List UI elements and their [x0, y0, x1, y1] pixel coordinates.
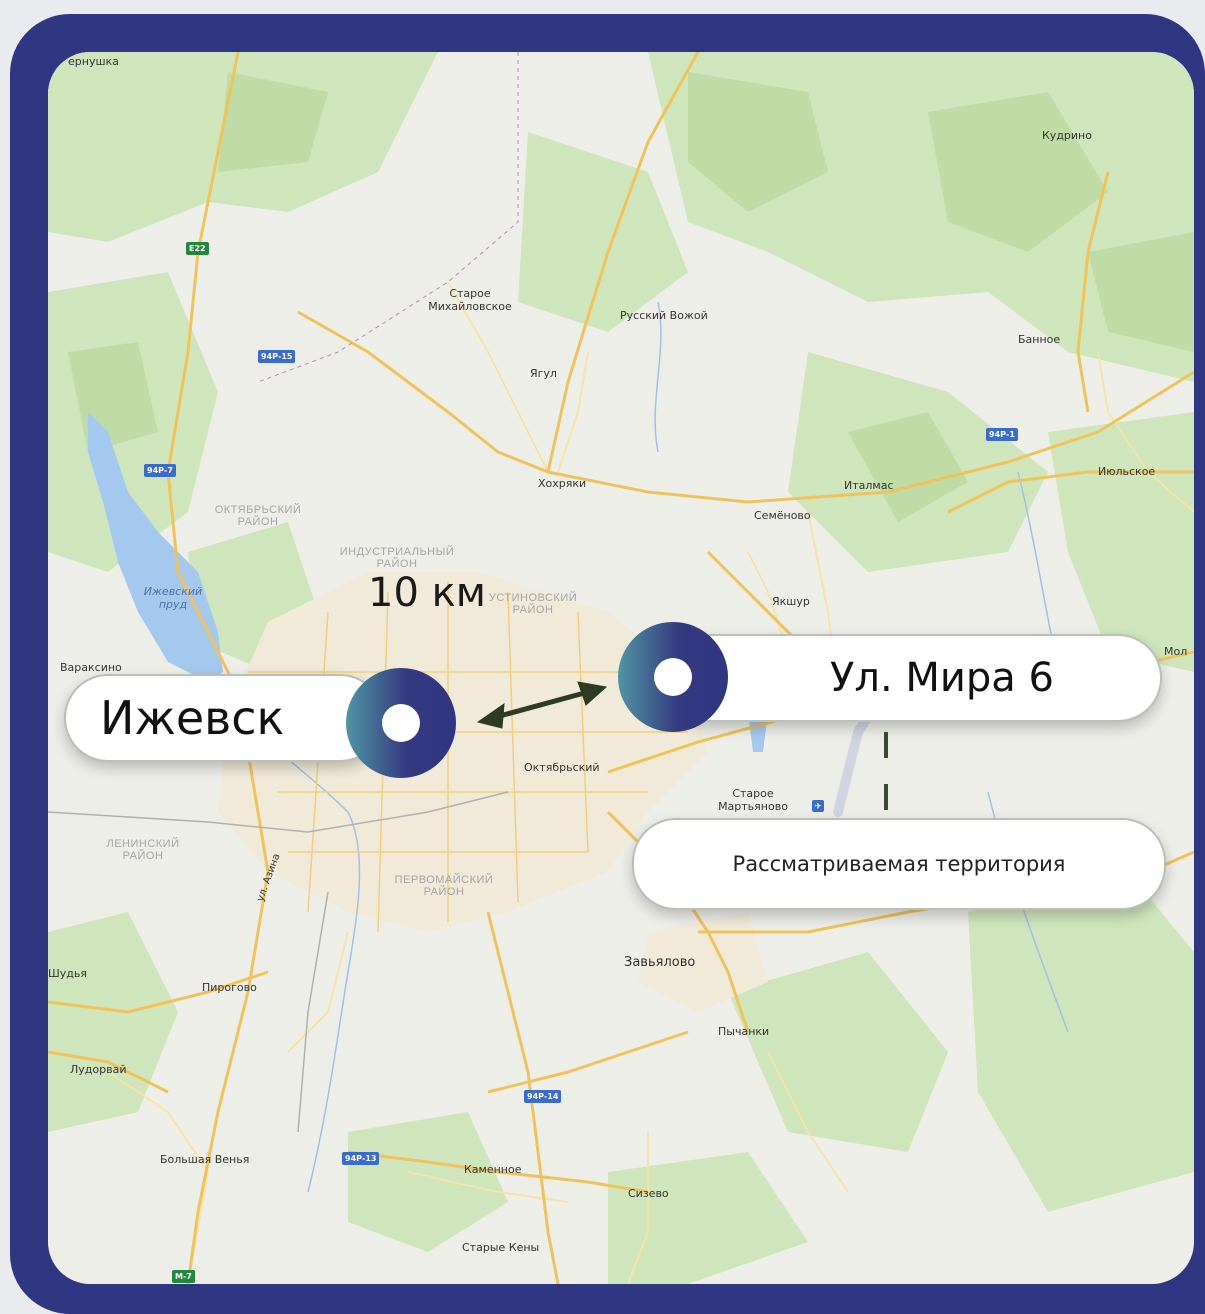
site-marker-pill[interactable]: Ул. Мира 6 — [662, 634, 1162, 722]
place-label: Шудья — [48, 967, 87, 980]
city-location-marker-icon[interactable] — [346, 668, 456, 778]
place-label: Завьялово — [624, 955, 696, 970]
place-label-line: Старое — [449, 287, 491, 300]
place-label: Италмас — [844, 479, 894, 492]
place-label-line: Михайловское — [428, 299, 512, 313]
water-label-line: пруд — [158, 597, 188, 611]
distance-label: 10 км — [368, 570, 486, 616]
district-label-line: ОКТЯБРЬСКИЙ — [214, 504, 302, 516]
city-marker-label: Ижевск — [100, 691, 285, 745]
district-label: ЛЕНИНСКИЙ РАЙОН — [88, 838, 198, 862]
district-label-line: РАЙОН — [512, 604, 554, 617]
site-marker-label: Ул. Мира 6 — [830, 655, 1054, 701]
map-view[interactable]: ернушка Кудрино Старое Михайловское Русс… — [48, 52, 1194, 1284]
district-label-line: РАЙОН — [237, 516, 279, 529]
district-label: ПЕРВОМАЙСКИЙ РАЙОН — [384, 874, 504, 898]
place-label: Якшур — [772, 595, 810, 608]
place-label: Большая Венья — [160, 1153, 250, 1166]
place-label: Старое Мартьяново — [708, 787, 798, 813]
place-label: Вараксино — [60, 661, 122, 674]
territory-pill[interactable]: Рассматриваемая территория — [632, 818, 1166, 910]
place-label: Банное — [1018, 333, 1061, 346]
city-marker-pill[interactable]: Ижевск — [64, 674, 384, 762]
water-label-line: Ижевский — [143, 585, 203, 598]
district-label-line: ПЕРВОМАЙСКИЙ — [394, 874, 494, 886]
marker-dot — [654, 658, 692, 696]
place-label: Кудрино — [1042, 129, 1092, 142]
place-label: Июльское — [1098, 465, 1156, 478]
road-shield: М-7 — [172, 1270, 195, 1283]
place-label: Хохряки — [538, 477, 587, 490]
site-location-marker-icon[interactable] — [618, 622, 728, 732]
place-label: Старое Михайловское — [420, 287, 520, 313]
place-label: Ягул — [530, 367, 557, 380]
place-label-line: Мартьяново — [718, 799, 788, 813]
road-shield: 94Р-13 — [342, 1152, 380, 1165]
place-label: Старые Кены — [462, 1241, 540, 1254]
district-label-line: ИНДУСТРИАЛЬНЫЙ — [339, 546, 455, 558]
district-label-line: УСТИНОВСКИЙ — [488, 592, 578, 604]
place-label: Октябрьский — [524, 761, 600, 774]
place-label: Пычанки — [718, 1025, 770, 1038]
district-label-line: РАЙОН — [423, 886, 465, 899]
road-shield: 94Р-1 — [986, 428, 1018, 441]
airport-icon: ✈ — [812, 800, 824, 812]
place-label: Пирогово — [202, 981, 257, 994]
place-label: Сизево — [628, 1187, 669, 1200]
road-shield: 94Р-14 — [524, 1090, 562, 1103]
place-label-line: Старое — [732, 787, 774, 800]
district-label-line: ЛЕНИНСКИЙ — [106, 838, 180, 850]
district-label-line: РАЙОН — [122, 850, 164, 863]
road-shield: 94Р-15 — [258, 350, 296, 363]
district-label: ОКТЯБРЬСКИЙ РАЙОН — [198, 504, 318, 528]
district-label: УСТИНОВСКИЙ РАЙОН — [478, 592, 588, 616]
place-label: ернушка — [68, 55, 119, 68]
road-shield: E22 — [186, 242, 209, 255]
place-label: Мол — [1164, 645, 1188, 658]
place-label: Семёново — [754, 509, 811, 522]
marker-dot — [382, 704, 420, 742]
water-label: Ижевский пруд — [128, 585, 218, 611]
place-label: Лудорвай — [70, 1063, 127, 1076]
place-label: Русский Вожой — [620, 309, 708, 322]
place-label: Каменное — [464, 1163, 522, 1176]
road-shield: 94Р-7 — [144, 464, 176, 477]
territory-label: Рассматриваемая территория — [732, 852, 1066, 876]
district-label-line: РАЙОН — [376, 558, 418, 571]
district-label: ИНДУСТРИАЛЬНЫЙ РАЙОН — [332, 546, 462, 570]
